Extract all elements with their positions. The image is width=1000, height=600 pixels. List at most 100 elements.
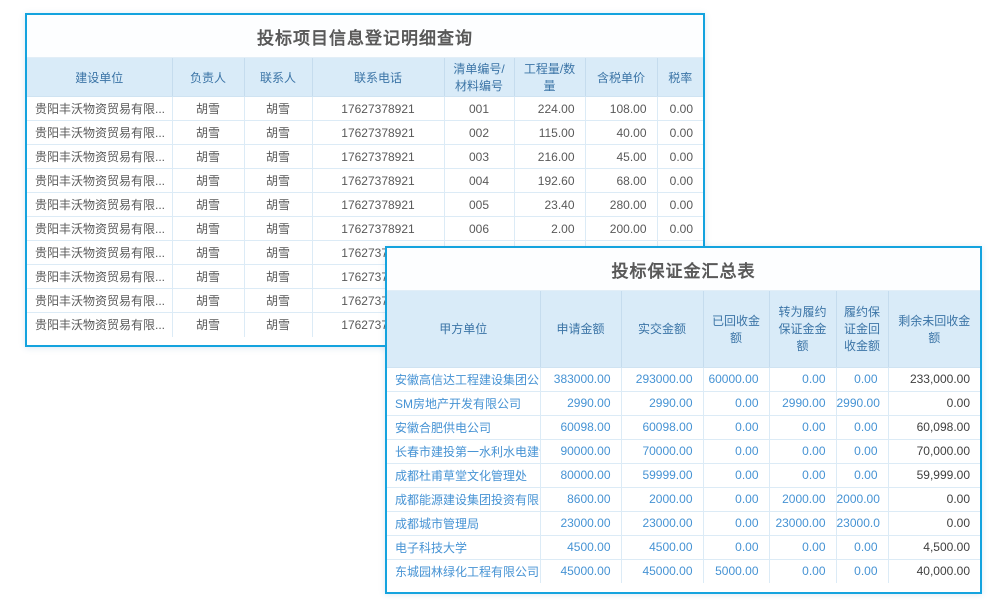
cell-manager: 胡雪	[172, 217, 244, 241]
cell-applied-amount: 2990.00	[540, 391, 621, 415]
cell-paid-amount: 23000.00	[621, 511, 703, 535]
cell-tax-rate: 0.00	[657, 97, 703, 121]
cell-remaining-unrecovered-amount: 0.00	[888, 487, 980, 511]
table-row[interactable]: SM房地产开发有限公司2990.002990.000.002990.002990…	[387, 391, 980, 415]
cell-unit-price-with-tax: 68.00	[585, 169, 657, 193]
col-header-unit-price-with-tax: 含税单价	[585, 58, 657, 97]
cell-manager: 胡雪	[172, 289, 244, 313]
cell-remaining-unrecovered-amount: 233,000.00	[888, 367, 980, 391]
table-row[interactable]: 长春市建投第一水利水电建设90000.0070000.000.000.000.0…	[387, 439, 980, 463]
cell-performance-bond-recovered-amount: 0.00	[836, 535, 888, 559]
cell-party-a-unit[interactable]: 东城园林绿化工程有限公司	[387, 559, 540, 583]
cell-paid-amount: 70000.00	[621, 439, 703, 463]
table-row[interactable]: 安徽合肥供电公司60098.0060098.000.000.000.0060,0…	[387, 415, 980, 439]
cell-party-a-unit[interactable]: 成都能源建设集团投资有限公	[387, 487, 540, 511]
cell-applied-amount: 90000.00	[540, 439, 621, 463]
cell-performance-bond-recovered-amount: 23000.0	[836, 511, 888, 535]
cell-construction-unit: 贵阳丰沃物资贸易有限...	[27, 193, 172, 217]
table-row[interactable]: 贵阳丰沃物资贸易有限...胡雪胡雪17627378921002115.0040.…	[27, 121, 703, 145]
cell-performance-bond-recovered-amount: 0.00	[836, 415, 888, 439]
cell-party-a-unit[interactable]: 成都杜甫草堂文化管理处	[387, 463, 540, 487]
cell-recovered-amount: 0.00	[703, 391, 769, 415]
cell-performance-bond-recovered-amount: 2000.00	[836, 487, 888, 511]
cell-manager: 胡雪	[172, 313, 244, 337]
col-header-remaining-unrecovered-amount: 剩余未回收金额	[888, 291, 980, 367]
cell-construction-unit: 贵阳丰沃物资贸易有限...	[27, 313, 172, 337]
cell-recovered-amount: 60000.00	[703, 367, 769, 391]
cell-to-performance-bond-amount: 0.00	[769, 367, 836, 391]
cell-quantity: 216.00	[514, 145, 585, 169]
header-row: 建设单位负责人联系人联系电话清单编号/材料编号工程量/数量含税单价税率	[27, 58, 703, 97]
cell-manager: 胡雪	[172, 265, 244, 289]
header-row: 甲方单位申请金额实交金额已回收金额转为履约保证金金额履约保证金回收金额剩余未回收…	[387, 291, 980, 367]
cell-quantity: 224.00	[514, 97, 585, 121]
cell-recovered-amount: 0.00	[703, 415, 769, 439]
cell-applied-amount: 23000.00	[540, 511, 621, 535]
col-header-tax-rate: 税率	[657, 58, 703, 97]
cell-quantity: 115.00	[514, 121, 585, 145]
cell-applied-amount: 4500.00	[540, 535, 621, 559]
cell-contact-person: 胡雪	[244, 169, 312, 193]
cell-applied-amount: 45000.00	[540, 559, 621, 583]
cell-contact-person: 胡雪	[244, 193, 312, 217]
cell-paid-amount: 293000.00	[621, 367, 703, 391]
cell-contact-person: 胡雪	[244, 217, 312, 241]
cell-recovered-amount: 5000.00	[703, 559, 769, 583]
cell-unit-price-with-tax: 280.00	[585, 193, 657, 217]
cell-remaining-unrecovered-amount: 0.00	[888, 511, 980, 535]
cell-to-performance-bond-amount: 2990.00	[769, 391, 836, 415]
cell-remaining-unrecovered-amount: 40,000.00	[888, 559, 980, 583]
cell-list-material-no: 002	[444, 121, 514, 145]
table-row[interactable]: 电子科技大学4500.004500.000.000.000.004,500.00	[387, 535, 980, 559]
cell-paid-amount: 60098.00	[621, 415, 703, 439]
cell-contact-person: 胡雪	[244, 145, 312, 169]
cell-party-a-unit[interactable]: 安徽高信达工程建设集团公司	[387, 367, 540, 391]
cell-to-performance-bond-amount: 0.00	[769, 415, 836, 439]
cell-tax-rate: 0.00	[657, 217, 703, 241]
cell-contact-phone: 17627378921	[312, 145, 444, 169]
cell-manager: 胡雪	[172, 145, 244, 169]
cell-party-a-unit[interactable]: 安徽合肥供电公司	[387, 415, 540, 439]
cell-unit-price-with-tax: 45.00	[585, 145, 657, 169]
cell-manager: 胡雪	[172, 241, 244, 265]
cell-tax-rate: 0.00	[657, 193, 703, 217]
table-row[interactable]: 东城园林绿化工程有限公司45000.0045000.005000.000.000…	[387, 559, 980, 583]
col-header-paid-amount: 实交金额	[621, 291, 703, 367]
cell-contact-person: 胡雪	[244, 289, 312, 313]
col-header-applied-amount: 申请金额	[540, 291, 621, 367]
cell-to-performance-bond-amount: 0.00	[769, 463, 836, 487]
cell-party-a-unit[interactable]: 电子科技大学	[387, 535, 540, 559]
table-row[interactable]: 贵阳丰沃物资贸易有限...胡雪胡雪176273789210062.00200.0…	[27, 217, 703, 241]
cell-list-material-no: 004	[444, 169, 514, 193]
cell-party-a-unit[interactable]: 长春市建投第一水利水电建设	[387, 439, 540, 463]
cell-paid-amount: 2990.00	[621, 391, 703, 415]
cell-unit-price-with-tax: 200.00	[585, 217, 657, 241]
cell-construction-unit: 贵阳丰沃物资贸易有限...	[27, 217, 172, 241]
cell-contact-phone: 17627378921	[312, 217, 444, 241]
table-row[interactable]: 贵阳丰沃物资贸易有限...胡雪胡雪17627378921001224.00108…	[27, 97, 703, 121]
col-header-contact-person: 联系人	[244, 58, 312, 97]
cell-party-a-unit[interactable]: 成都城市管理局	[387, 511, 540, 535]
table-row[interactable]: 贵阳丰沃物资贸易有限...胡雪胡雪17627378921003216.0045.…	[27, 145, 703, 169]
cell-remaining-unrecovered-amount: 59,999.00	[888, 463, 980, 487]
cell-paid-amount: 4500.00	[621, 535, 703, 559]
cell-contact-person: 胡雪	[244, 97, 312, 121]
cell-recovered-amount: 0.00	[703, 511, 769, 535]
cell-construction-unit: 贵阳丰沃物资贸易有限...	[27, 169, 172, 193]
table-row[interactable]: 成都城市管理局23000.0023000.000.0023000.0023000…	[387, 511, 980, 535]
table-row[interactable]: 安徽高信达工程建设集团公司383000.00293000.0060000.000…	[387, 367, 980, 391]
cell-to-performance-bond-amount: 0.00	[769, 439, 836, 463]
table-row[interactable]: 贵阳丰沃物资贸易有限...胡雪胡雪1762737892100523.40280.…	[27, 193, 703, 217]
cell-recovered-amount: 0.00	[703, 463, 769, 487]
cell-party-a-unit[interactable]: SM房地产开发有限公司	[387, 391, 540, 415]
cell-list-material-no: 001	[444, 97, 514, 121]
table-row[interactable]: 成都能源建设集团投资有限公8600.002000.000.002000.0020…	[387, 487, 980, 511]
cell-contact-person: 胡雪	[244, 241, 312, 265]
table-row[interactable]: 贵阳丰沃物资贸易有限...胡雪胡雪17627378921004192.6068.…	[27, 169, 703, 193]
cell-contact-person: 胡雪	[244, 121, 312, 145]
bid-deposit-summary-title: 投标保证金汇总表	[387, 248, 980, 291]
cell-performance-bond-recovered-amount: 2990.00	[836, 391, 888, 415]
cell-performance-bond-recovered-amount: 0.00	[836, 463, 888, 487]
cell-construction-unit: 贵阳丰沃物资贸易有限...	[27, 145, 172, 169]
table-row[interactable]: 成都杜甫草堂文化管理处80000.0059999.000.000.000.005…	[387, 463, 980, 487]
